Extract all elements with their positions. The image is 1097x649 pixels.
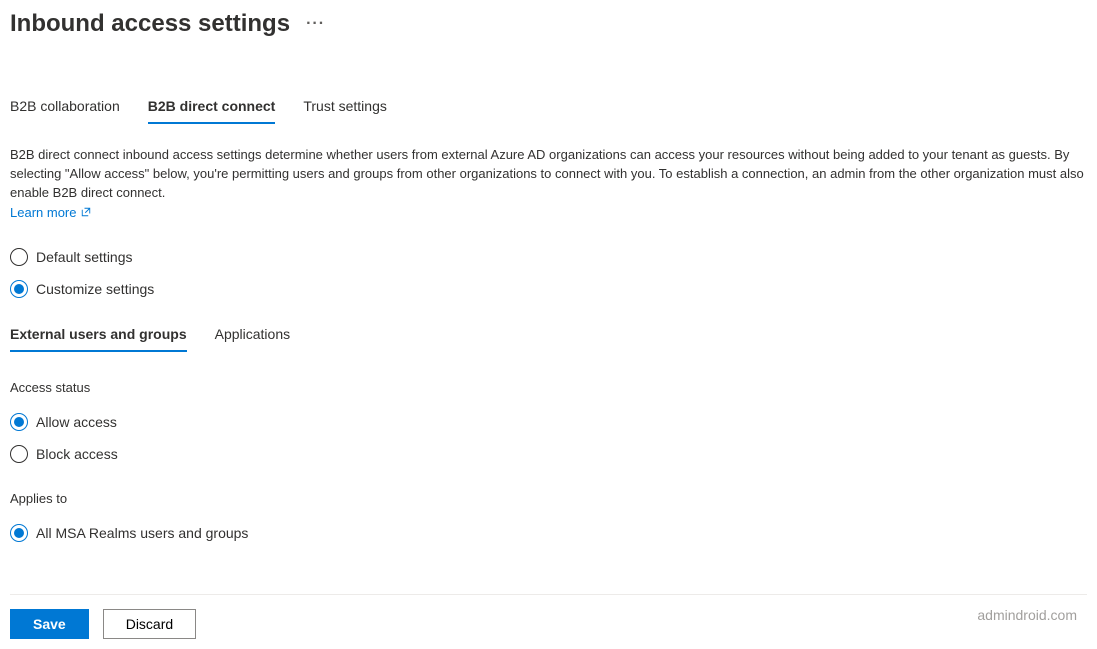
radio-icon [10, 248, 28, 266]
settings-mode-group: Default settings Customize settings [10, 248, 1087, 298]
applies-to-label: Applies to [10, 491, 1087, 506]
radio-block-access[interactable]: Block access [10, 445, 1087, 463]
applies-to-group: All MSA Realms users and groups [10, 524, 1087, 542]
radio-icon [10, 280, 28, 298]
radio-label: Customize settings [36, 281, 154, 297]
radio-icon [10, 413, 28, 431]
radio-default-settings[interactable]: Default settings [10, 248, 1087, 266]
external-link-icon [80, 206, 92, 218]
radio-icon [10, 445, 28, 463]
radio-allow-access[interactable]: Allow access [10, 413, 1087, 431]
access-status-group: Allow access Block access [10, 413, 1087, 463]
learn-more-label: Learn more [10, 205, 76, 220]
more-options-icon[interactable]: ··· [306, 15, 325, 33]
tab-b2b-collaboration[interactable]: B2B collaboration [10, 98, 120, 124]
page-title: Inbound access settings ··· [10, 10, 1087, 38]
main-tabs: B2B collaboration B2B direct connect Tru… [10, 98, 1087, 124]
sub-tab-applications[interactable]: Applications [215, 326, 291, 352]
tab-trust-settings[interactable]: Trust settings [303, 98, 387, 124]
radio-all-msa-realms[interactable]: All MSA Realms users and groups [10, 524, 1087, 542]
discard-button[interactable]: Discard [103, 609, 196, 639]
tab-b2b-direct-connect[interactable]: B2B direct connect [148, 98, 276, 124]
learn-more-link[interactable]: Learn more [10, 205, 92, 220]
radio-label: Block access [36, 446, 118, 462]
save-button[interactable]: Save [10, 609, 89, 639]
radio-label: Default settings [36, 249, 133, 265]
page-title-text: Inbound access settings [10, 10, 290, 38]
watermark: admindroid.com [977, 607, 1077, 623]
access-status-label: Access status [10, 380, 1087, 395]
description-text: B2B direct connect inbound access settin… [10, 146, 1087, 203]
footer: Save Discard admindroid.com [10, 594, 1087, 639]
radio-label: All MSA Realms users and groups [36, 525, 248, 541]
sub-tab-external-users[interactable]: External users and groups [10, 326, 187, 352]
radio-customize-settings[interactable]: Customize settings [10, 280, 1087, 298]
sub-tabs: External users and groups Applications [10, 326, 1087, 352]
radio-icon [10, 524, 28, 542]
radio-label: Allow access [36, 414, 117, 430]
